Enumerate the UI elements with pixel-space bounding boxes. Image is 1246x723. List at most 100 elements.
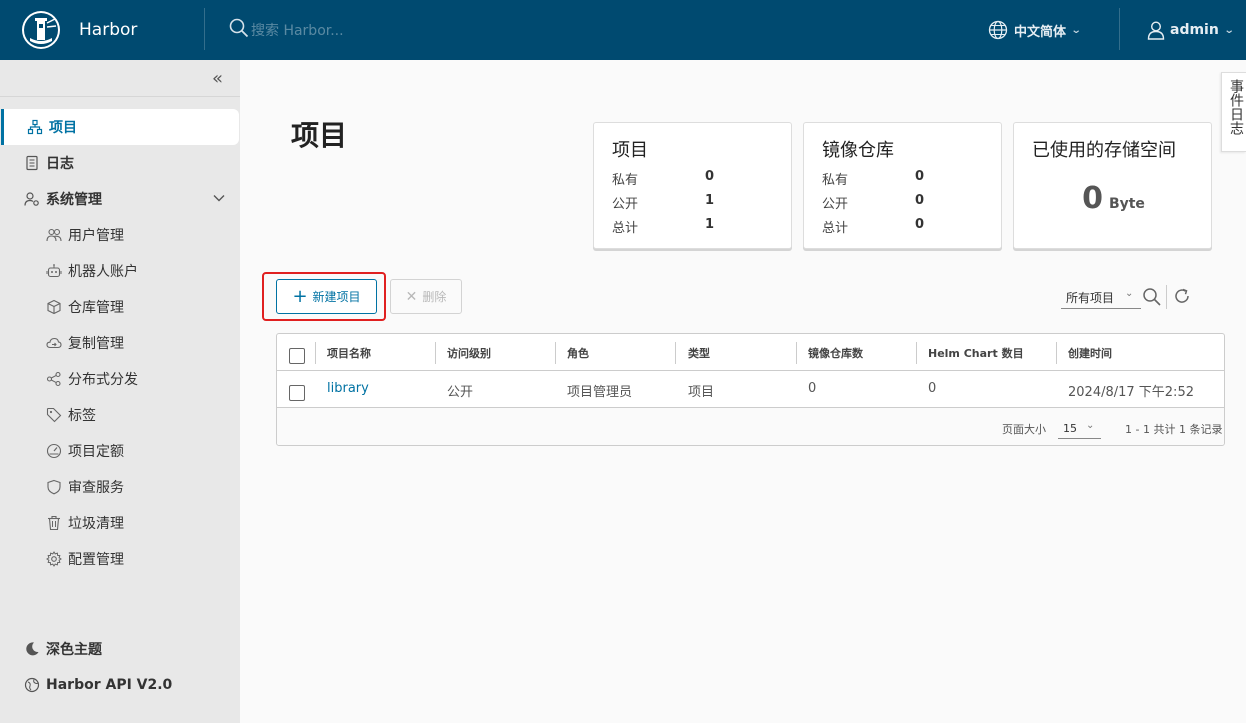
gear-icon [46,551,62,567]
harbor-api-label: Harbor API V2.0 [46,677,173,693]
summary-row: 公开 1 [612,193,772,212]
sidebar-item-label: 日志 [46,156,74,172]
cell-creation-time: 2024/8/17 下午2:52 [1068,385,1194,400]
chevron-down-icon: ⌄ [1125,288,1134,299]
sidebar: « 项目 日志 系统管理 用户管理 机器人账户 仓库管理 复制管理 分布式分发 … [0,60,240,723]
sidebar-item-administration[interactable]: 系统管理 [0,181,240,217]
sidebar-item-users[interactable]: 用户管理 [0,217,240,253]
projects-table: 项目名称 访问级别 角色 类型 镜像仓库数 Helm Chart 数目 创建时间… [276,333,1225,446]
sidebar-item-label: 复制管理 [68,336,124,352]
card-title: 项目 [612,140,648,161]
column-header[interactable]: 镜像仓库数 [808,345,863,361]
event-log-tab[interactable]: 事件日志 [1221,72,1246,152]
cell-role: 项目管理员 [567,385,633,400]
dark-theme-toggle[interactable]: 深色主题 [0,631,240,667]
summary-value: 1 [705,217,715,232]
card-title: 镜像仓库 [822,140,894,161]
column-divider [435,342,436,364]
repositories-summary-card: 镜像仓库 私有 0 公开 0 总计 0 [803,122,1002,249]
collapse-sidebar-icon[interactable]: « [212,68,223,89]
language-selector[interactable]: 中文简体 ⌄ [988,19,1082,41]
select-all-checkbox[interactable] [289,348,305,364]
summary-label: 私有 [822,173,849,188]
column-header[interactable]: 项目名称 [327,345,371,361]
delete-button[interactable]: ✕ 删除 [390,279,462,314]
new-project-label: 新建项目 [312,290,361,304]
column-header[interactable]: Helm Chart 数目 [928,345,1024,361]
sidebar-item-label: 标签 [68,408,96,424]
sidebar-item-configuration[interactable]: 配置管理 [0,541,240,577]
new-project-button[interactable]: + 新建项目 [276,279,377,314]
storage-value: 0 [1082,181,1103,216]
logs-icon [24,155,40,171]
project-name-link[interactable]: library [327,381,369,396]
shield-icon [46,479,62,495]
refresh-icon[interactable] [1173,287,1191,309]
card-title: 已使用的存储空间 [1032,140,1176,161]
cell-chart-count: 0 [928,381,937,396]
chevron-down-icon: ⌄ [1070,24,1082,36]
summary-row: 私有 0 [822,169,982,188]
summary-label: 私有 [612,173,639,188]
user-menu[interactable]: admin ⌄ [1146,19,1235,41]
harbor-api-link[interactable]: Harbor API V2.0 [0,667,240,703]
sidebar-item-logs[interactable]: 日志 [0,145,240,181]
summary-row: 公开 0 [822,193,982,212]
summary-label: 公开 [612,197,639,212]
summary-row: 私有 0 [612,169,772,188]
summary-label: 公开 [822,197,849,212]
column-header[interactable]: 创建时间 [1068,345,1112,361]
sidebar-item-label: 项目定额 [68,444,124,460]
brand[interactable]: Harbor [22,10,137,50]
sidebar-item-label: 项目 [49,120,77,136]
plus-icon: + [292,285,308,307]
page-title: 项目 [291,119,348,152]
storage-unit: Byte [1108,196,1145,212]
summary-label: 总计 [612,221,639,236]
quota-gauge-icon [46,443,62,459]
summary-value: 0 [915,217,925,232]
column-divider [796,342,797,364]
search-input[interactable]: 搜索 Harbor... [251,20,344,40]
page-size-select[interactable]: 15 ⌄ [1058,417,1101,439]
close-icon: ✕ [405,288,418,305]
storage-summary-card: 已使用的存储空间 0 Byte [1013,122,1212,249]
sidebar-item-label: 系统管理 [46,192,102,208]
summary-row: 总计 1 [612,217,772,236]
global-search[interactable]: 搜索 Harbor... [229,18,344,41]
registry-icon [46,299,62,315]
column-header[interactable]: 角色 [567,345,589,361]
sidebar-item-label: 审查服务 [68,480,124,496]
header-divider [204,8,205,50]
sidebar-divider [0,96,240,97]
globe-icon [988,20,1008,40]
project-filter-select[interactable]: 所有项目 ⌄ [1061,287,1141,309]
sidebar-item-garbage-collection[interactable]: 垃圾清理 [0,505,240,541]
pagination-summary: 1 - 1 共计 1 条记录 [1125,423,1223,436]
summary-row: 总计 0 [822,217,982,236]
sidebar-item-projects[interactable]: 项目 [1,109,239,145]
sidebar-item-interrogation-services[interactable]: 审查服务 [0,469,240,505]
sidebar-item-robot-accounts[interactable]: 机器人账户 [0,253,240,289]
users-icon [46,227,62,243]
sidebar-item-registries[interactable]: 仓库管理 [0,289,240,325]
summary-value: 0 [915,193,925,208]
search-icon[interactable] [1142,287,1162,311]
sidebar-item-labels[interactable]: 标签 [0,397,240,433]
table-row[interactable]: library 公开 项目管理员 项目 0 0 2024/8/17 下午2:52 [277,371,1224,408]
column-header[interactable]: 访问级别 [447,345,491,361]
cell-type: 项目 [688,385,715,400]
row-checkbox[interactable] [289,385,305,401]
summary-label: 总计 [822,221,849,236]
sidebar-item-project-quotas[interactable]: 项目定额 [0,433,240,469]
column-header[interactable]: 类型 [688,345,710,361]
api-globe-icon [24,677,40,693]
summary-value: 1 [705,193,715,208]
sidebar-item-replications[interactable]: 复制管理 [0,325,240,361]
cloud-replication-icon [46,335,62,351]
chevron-down-icon: ⌄ [1223,24,1235,36]
tag-icon [46,407,62,423]
harbor-logo-icon [22,11,60,49]
sidebar-item-distributions[interactable]: 分布式分发 [0,361,240,397]
page-size-label: 页面大小 [1002,423,1046,436]
